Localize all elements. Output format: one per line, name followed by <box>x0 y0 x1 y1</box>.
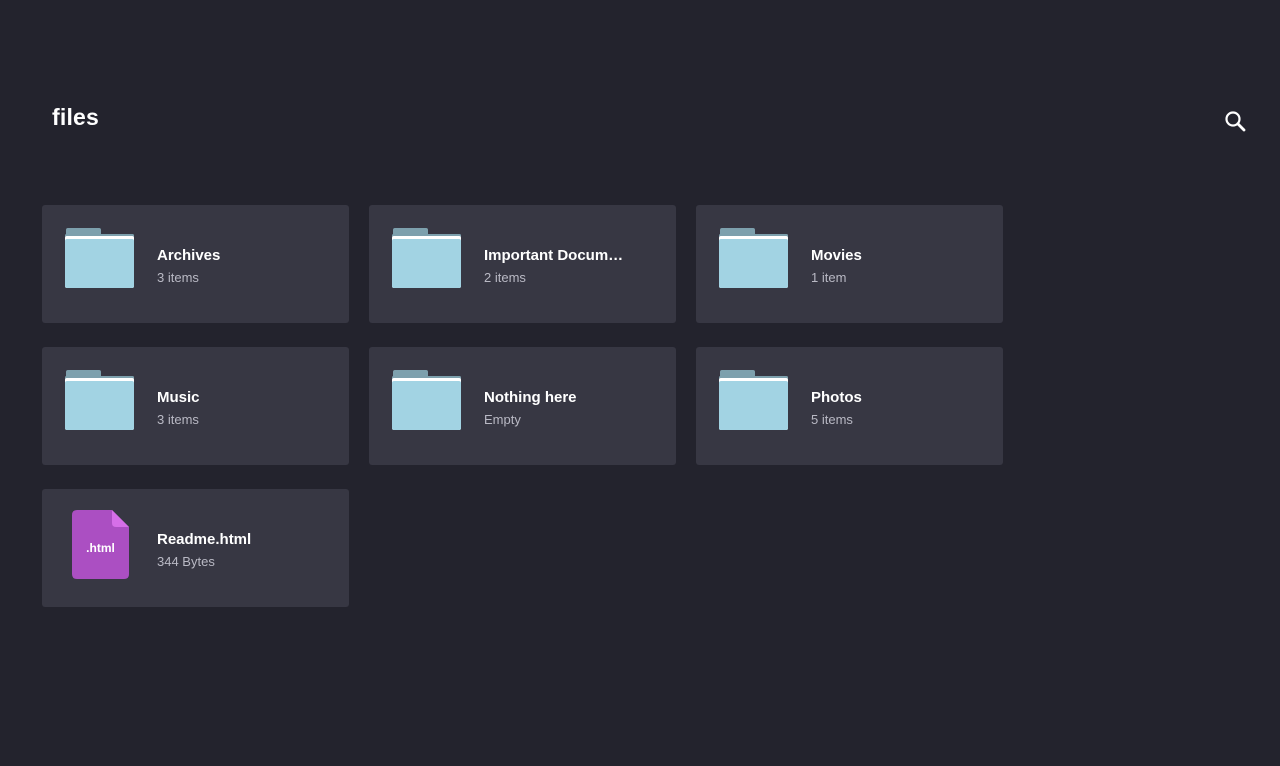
search-button[interactable] <box>1222 108 1250 136</box>
file-extension-label: .html <box>86 541 115 555</box>
html-file-icon: .html <box>72 510 129 579</box>
item-meta: Empty <box>484 412 521 427</box>
folder-icon <box>65 370 134 430</box>
item-meta: 5 items <box>811 412 853 427</box>
item-meta: 1 item <box>811 270 847 285</box>
page-title: files <box>52 104 100 130</box>
folder-icon <box>392 370 461 430</box>
search-icon <box>1222 108 1250 136</box>
item-meta: 344 Bytes <box>157 554 215 569</box>
folder-card-music[interactable]: Music 3 items <box>42 347 349 465</box>
folder-icon <box>719 370 788 430</box>
item-name: Photos <box>811 389 862 406</box>
item-name: Nothing here <box>484 389 577 406</box>
file-grid: Archives 3 items Important Documents 2 i… <box>42 205 1003 607</box>
item-name: Readme.html <box>157 531 252 548</box>
folder-icon <box>719 228 788 288</box>
item-meta: 2 items <box>484 270 526 285</box>
item-name: Music <box>157 389 200 406</box>
item-meta: 3 items <box>157 412 199 427</box>
file-card-readme[interactable]: .html Readme.html 344 Bytes <box>42 489 349 607</box>
folder-card-nothing-here[interactable]: Nothing here Empty <box>369 347 676 465</box>
folder-card-important-documents[interactable]: Important Documents 2 items <box>369 205 676 323</box>
folder-card-archives[interactable]: Archives 3 items <box>42 205 349 323</box>
folder-icon <box>392 228 461 288</box>
item-name: Archives <box>157 247 221 264</box>
item-meta: 3 items <box>157 270 199 285</box>
folder-card-photos[interactable]: Photos 5 items <box>696 347 1003 465</box>
item-name: Movies <box>811 247 862 264</box>
folder-icon <box>65 228 134 288</box>
folder-card-movies[interactable]: Movies 1 item <box>696 205 1003 323</box>
item-name: Important Documents <box>484 247 629 264</box>
